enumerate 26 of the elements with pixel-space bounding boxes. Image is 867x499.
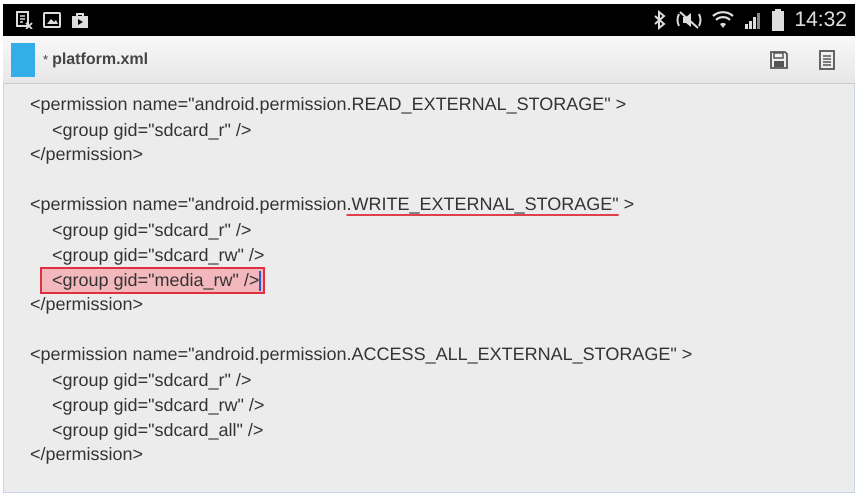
code-line: <group gid="sdcard_rw" />: [51, 394, 266, 417]
battery-icon: [772, 9, 784, 32]
document-error-icon: [15, 11, 33, 30]
code-line: <permission name="android.permission.WRITE_EXTERNAL_STORAGE" >: [30, 193, 636, 216]
code-line: </permission>: [30, 143, 144, 166]
menu-icon[interactable]: [819, 50, 835, 70]
mute-icon: [676, 10, 702, 30]
save-icon[interactable]: [769, 50, 789, 70]
modified-mark: *: [43, 52, 48, 68]
code-line: </permission>: [30, 443, 144, 466]
image-icon: [43, 12, 61, 28]
code-line: </permission>: [30, 293, 144, 316]
editor-area[interactable]: [3, 84, 855, 493]
code-line: <permission name="android.permission.READ_EXTERNAL_STORAGE" >: [30, 93, 628, 116]
code-line: <permission name="android.permission.ACCESS_ALL_EXTERNAL_STORAGE" >: [30, 343, 694, 366]
signal-icon: [744, 10, 762, 30]
clock-time: 14:32: [794, 8, 847, 32]
code-line: <group gid="sdcard_r" />: [51, 369, 252, 392]
code-line: <group gid="sdcard_rw" />: [51, 244, 266, 267]
code-line: <group gid="sdcard_r" />: [51, 219, 252, 242]
bluetooth-icon: [654, 10, 666, 30]
shopping-bag-icon: [71, 11, 89, 30]
wifi-icon: [712, 10, 734, 30]
file-name: platform.xml: [52, 50, 148, 69]
code-line: <group gid="sdcard_all" />: [51, 419, 264, 442]
code-line: <group gid="sdcard_r" />: [51, 119, 252, 142]
